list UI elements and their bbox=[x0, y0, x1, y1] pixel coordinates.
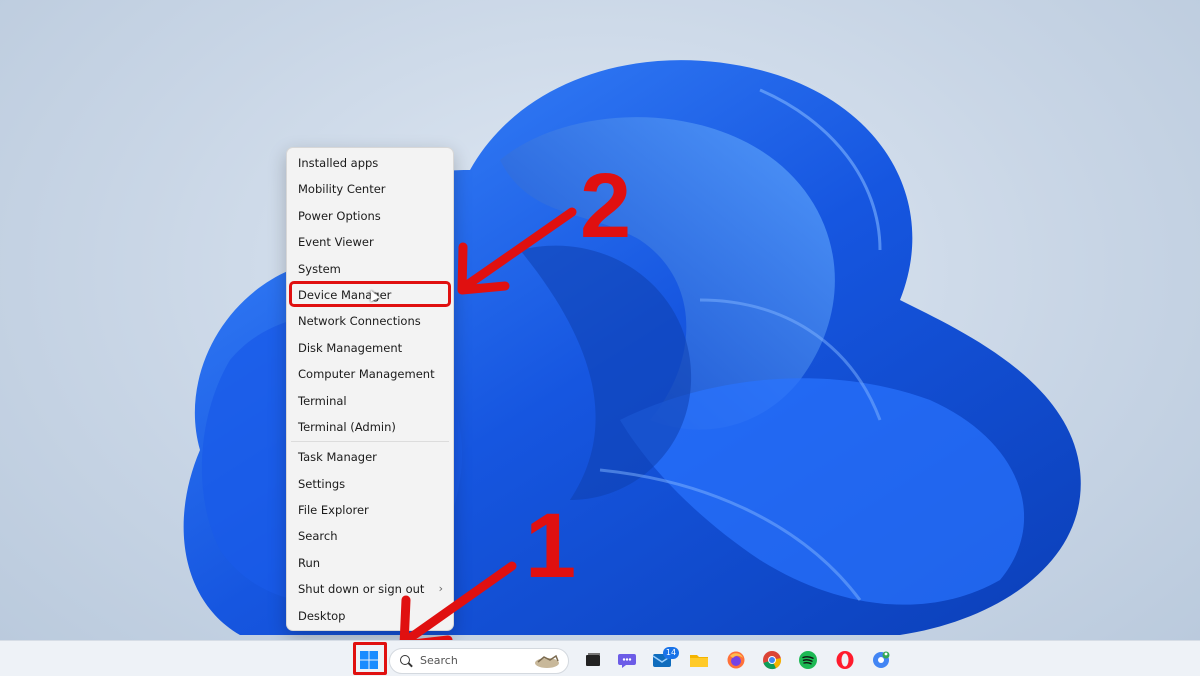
chrome-profile-icon[interactable] bbox=[871, 650, 891, 670]
task-view-icon[interactable] bbox=[583, 650, 603, 670]
step-1-label: 1 bbox=[525, 495, 577, 597]
taskbar-search-box[interactable]: Search bbox=[389, 648, 569, 674]
step-2-label: 2 bbox=[580, 155, 632, 257]
arrow-step-1 bbox=[405, 561, 517, 643]
search-icon bbox=[400, 655, 410, 665]
windows-start-icon[interactable] bbox=[359, 650, 379, 670]
annotation-arrows bbox=[399, 207, 577, 650]
spotify-icon[interactable] bbox=[798, 650, 818, 670]
arrow-step-2 bbox=[465, 207, 577, 288]
chrome-icon[interactable] bbox=[762, 650, 782, 670]
search-placeholder: Search bbox=[420, 654, 458, 667]
firefox-icon[interactable] bbox=[726, 650, 746, 670]
search-highlight-art-icon bbox=[535, 654, 559, 668]
mail-unread-badge: 14 bbox=[663, 647, 679, 659]
copilot-chat-icon[interactable] bbox=[617, 650, 637, 670]
opera-icon[interactable] bbox=[835, 650, 855, 670]
file-explorer-icon[interactable] bbox=[689, 650, 709, 670]
